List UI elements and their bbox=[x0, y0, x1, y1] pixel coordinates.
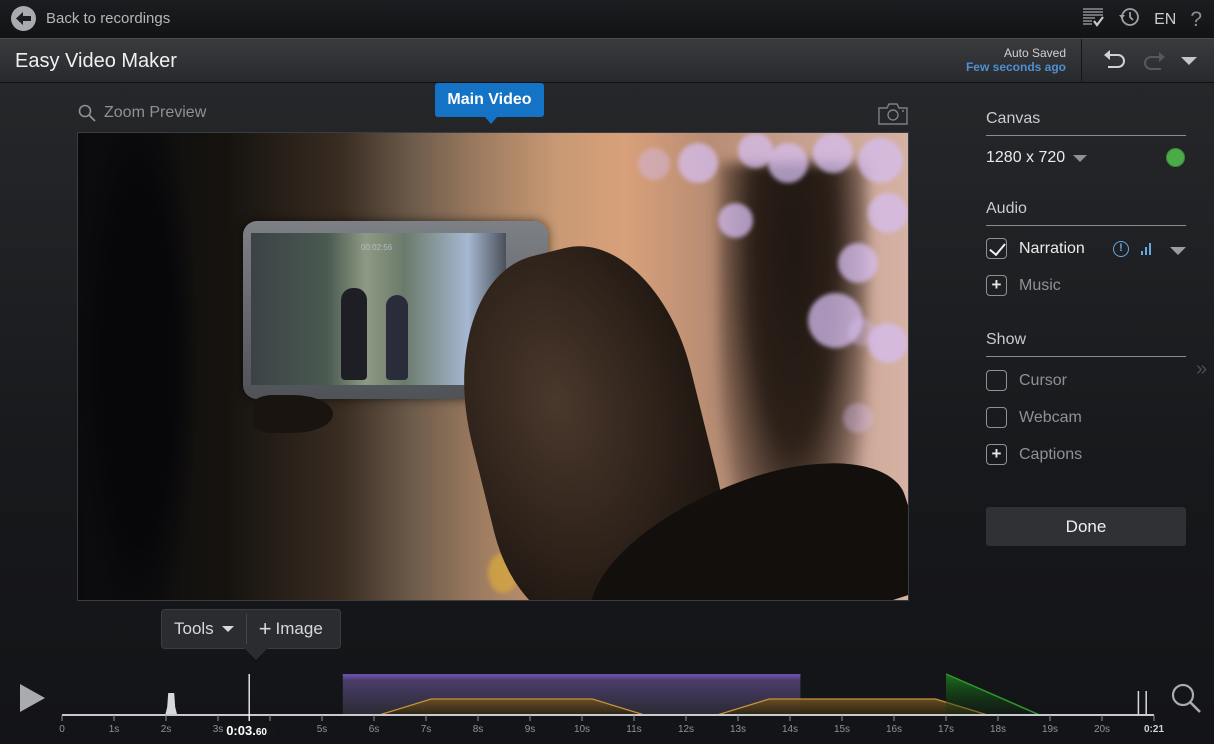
more-menu-caret-icon[interactable] bbox=[1181, 57, 1197, 65]
bokeh-light bbox=[838, 243, 878, 283]
add-image-button[interactable]: + Image bbox=[247, 610, 335, 648]
add-music-button[interactable]: + Music bbox=[986, 275, 1061, 296]
language-selector[interactable]: EN bbox=[1154, 11, 1176, 29]
playhead-time-fraction: 60 bbox=[256, 727, 268, 738]
bokeh-light bbox=[813, 133, 853, 173]
canvas-status-dot bbox=[1166, 148, 1185, 167]
camera-snapshot-icon[interactable] bbox=[878, 103, 908, 125]
timeline-end-label: 0:21 bbox=[1144, 724, 1164, 735]
zoom-preview-button[interactable]: Zoom Preview bbox=[78, 104, 206, 122]
timeline-tick-label: 13s bbox=[730, 724, 746, 735]
narration-toggle[interactable]: Narration bbox=[986, 238, 1085, 259]
done-button[interactable]: Done bbox=[986, 507, 1186, 546]
audio-level-icon[interactable] bbox=[1141, 242, 1151, 255]
music-label: Music bbox=[1019, 276, 1061, 294]
cursor-label: Cursor bbox=[1019, 371, 1068, 389]
audio-heading: Audio bbox=[986, 200, 1186, 226]
cursor-checkbox[interactable] bbox=[986, 370, 1007, 391]
narration-checkbox[interactable] bbox=[986, 238, 1007, 259]
webcam-toggle[interactable]: Webcam bbox=[986, 407, 1082, 428]
search-icon bbox=[78, 104, 96, 122]
webcam-checkbox[interactable] bbox=[986, 407, 1007, 428]
timeline-tick-label: 14s bbox=[782, 724, 798, 735]
add-captions-button[interactable]: + Captions bbox=[986, 444, 1082, 465]
timeline-tick-label: 2s bbox=[161, 724, 172, 735]
bokeh-light bbox=[678, 143, 718, 183]
tools-popover: Tools + Image bbox=[161, 609, 341, 660]
video-preview[interactable]: 00:02:56 bbox=[77, 132, 909, 601]
timeline-tick-label: 19s bbox=[1042, 724, 1058, 735]
phone-timestamp: 00:02:56 bbox=[361, 243, 393, 252]
plus-icon: + bbox=[986, 444, 1007, 465]
narration-label: Narration bbox=[1019, 239, 1085, 257]
redo-icon[interactable] bbox=[1142, 49, 1166, 71]
bokeh-light bbox=[768, 143, 808, 183]
top-bar: Back to recordings EN ? bbox=[0, 0, 1214, 38]
chevron-down-icon bbox=[221, 626, 234, 632]
image-label: Image bbox=[275, 619, 323, 638]
timeline-tick-label: 20s bbox=[1094, 724, 1110, 735]
captions-label: Captions bbox=[1019, 445, 1083, 463]
main-video-tag[interactable]: Main Video bbox=[435, 83, 544, 124]
timeline-tick-label: 6s bbox=[369, 724, 380, 735]
timeline-tick-label: 11s bbox=[626, 724, 641, 735]
notes-check-icon[interactable] bbox=[1082, 7, 1104, 32]
cursor-toggle[interactable]: Cursor bbox=[986, 370, 1067, 391]
app-title: Easy Video Maker bbox=[15, 50, 177, 72]
back-arrow-icon bbox=[11, 6, 36, 31]
history-icon[interactable] bbox=[1118, 6, 1140, 33]
timeline-tick-label: 12s bbox=[678, 724, 694, 735]
timeline-tick-label: 17s bbox=[938, 724, 954, 735]
timeline-tick-label: 3s bbox=[213, 724, 224, 735]
canvas-size-dropdown[interactable]: 1280 x 720 bbox=[986, 149, 1088, 167]
help-icon[interactable]: ? bbox=[1190, 8, 1202, 32]
info-icon[interactable]: ! bbox=[1113, 241, 1129, 257]
timeline-tick-label: 1s bbox=[109, 724, 120, 735]
editor-main: Zoom Preview Main Video 00:02:56 Tools +… bbox=[0, 83, 1214, 744]
canvas-heading: Canvas bbox=[986, 110, 1186, 136]
autosave-time: Few seconds ago bbox=[965, 60, 1066, 74]
autosave-status: Auto Saved Few seconds ago bbox=[966, 46, 1066, 74]
back-to-recordings-button[interactable]: Back to recordings bbox=[11, 6, 170, 31]
tools-label: Tools bbox=[174, 619, 214, 638]
timeline-tick-label: 5s bbox=[317, 724, 328, 735]
chevron-down-icon bbox=[1073, 154, 1088, 162]
timeline-tick-label: 15s bbox=[834, 724, 850, 735]
timeline-tick-label: 0 bbox=[59, 724, 65, 735]
canvas-size-value: 1280 x 720 bbox=[986, 149, 1066, 166]
audio-waveform-peak bbox=[165, 693, 178, 715]
narration-dropdown-caret-icon[interactable] bbox=[1170, 247, 1186, 255]
tools-dropdown-button[interactable]: Tools bbox=[162, 610, 246, 648]
bokeh-light bbox=[848, 318, 876, 346]
bokeh-light bbox=[858, 138, 903, 183]
timeline-tick-label: 10s bbox=[574, 724, 590, 735]
bokeh-light bbox=[843, 403, 873, 433]
timeline-zoom-search-icon[interactable] bbox=[1170, 682, 1202, 714]
bokeh-light bbox=[868, 193, 908, 233]
undo-icon[interactable] bbox=[1103, 49, 1127, 71]
plus-icon: + bbox=[258, 616, 272, 641]
timeline-tick-label: 7s bbox=[421, 724, 432, 735]
title-bar: Easy Video Maker Auto Saved Few seconds … bbox=[0, 38, 1214, 83]
back-label: Back to recordings bbox=[46, 10, 171, 27]
timeline[interactable]: 01s2s3s4s5s6s7s8s9s10s11s12s13s14s15s16s… bbox=[0, 660, 1214, 744]
zoom-preview-label: Zoom Preview bbox=[104, 104, 207, 121]
bokeh-light bbox=[718, 203, 753, 238]
autosave-label: Auto Saved bbox=[1003, 46, 1066, 60]
plus-icon: + bbox=[986, 275, 1007, 296]
bokeh-light bbox=[638, 148, 670, 180]
timeline-tick-label: 8s bbox=[473, 724, 484, 735]
timeline-tick-label: 16s bbox=[886, 724, 902, 735]
webcam-label: Webcam bbox=[1019, 408, 1082, 426]
divider bbox=[1081, 39, 1082, 83]
collapse-panel-icon[interactable]: » bbox=[1196, 358, 1207, 381]
timeline-tick-label: 9s bbox=[525, 724, 536, 735]
timeline-tick-label: 18s bbox=[990, 724, 1006, 735]
show-heading: Show bbox=[986, 331, 1186, 357]
